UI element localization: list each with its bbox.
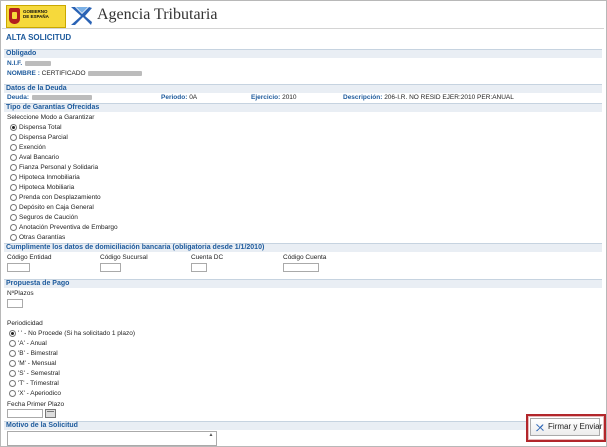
radio-periodicidad-trimestral[interactable]: [9, 380, 16, 387]
section-motivo: Motivo de la Solicitud: [4, 421, 602, 430]
radio-periodicidad-semestral[interactable]: [9, 370, 16, 377]
radio-periodicidad-bimestral[interactable]: [9, 350, 16, 357]
radio-dispensa-total[interactable]: [10, 124, 17, 131]
radio-seguros-caucion[interactable]: [10, 214, 17, 221]
ejercicio-label: Ejercicio:: [251, 94, 281, 101]
gobierno-espana-logo: GOBIERNO DE ESPAÑA: [6, 5, 66, 28]
cuenta-dc-input[interactable]: [191, 263, 207, 272]
ejercicio-value: 2010: [282, 94, 297, 101]
periodicidad-option-label: 'B' - Bimestral: [18, 350, 58, 357]
garantia-option-label: Dispensa Total: [19, 124, 62, 131]
fecha-primer-plazo-label: Fecha Primer Plazo: [7, 401, 65, 408]
garantias-prompt: Seleccione Modo a Garantizar: [7, 114, 95, 121]
redacted-value: [88, 70, 143, 76]
periodo-value: 0A: [189, 94, 198, 101]
nombre-value: CERTIFICADO: [41, 70, 86, 77]
radio-hipoteca-inmobiliaria[interactable]: [10, 174, 17, 181]
gov-logo-text: GOBIERNO DE ESPAÑA: [23, 9, 49, 19]
radio-periodicidad-mensual[interactable]: [9, 360, 16, 367]
codigo-entidad-input[interactable]: [7, 263, 30, 272]
firmar-enviar-highlight: Firmar y Enviar: [526, 414, 606, 442]
periodo-label: Periodo:: [161, 94, 188, 101]
descripcion-label: Descripción:: [343, 94, 383, 101]
garantia-option-label: Aval Bancario: [19, 154, 59, 161]
scroll-up-arrow-icon[interactable]: ▲: [208, 432, 214, 438]
site-header: GOBIERNO DE ESPAÑA Agencia Tributaria: [2, 2, 604, 29]
descripcion-field: Descripción: 206-I.R. NO RESID EJER:2010…: [343, 94, 514, 101]
codigo-cuenta-input[interactable]: [283, 263, 319, 272]
motivo-textarea[interactable]: [7, 431, 217, 446]
nombre-row: NOMBRE : CERTIFICADO: [7, 70, 143, 77]
title-bar: ALTA SOLICITUD: [2, 31, 604, 43]
garantia-option-label: Depósito en Caja General: [19, 204, 94, 211]
periodicidad-option-label: ' ' - No Procede (Si ha solicitado 1 pla…: [18, 330, 136, 337]
radio-aval-bancario[interactable]: [10, 154, 17, 161]
radio-periodicidad-aperiodico[interactable]: [9, 390, 16, 397]
section-label: Datos de la Deuda: [6, 85, 67, 92]
radio-otras-garantias[interactable]: [10, 234, 17, 241]
plazos-input[interactable]: [7, 299, 23, 308]
deuda-label: Deuda:: [7, 94, 30, 101]
firmar-enviar-button[interactable]: Firmar y Enviar: [530, 418, 603, 436]
nif-label: N.I.F.: [7, 60, 23, 67]
periodicidad-option-label: 'A' - Anual: [18, 340, 47, 347]
garantia-option-label: Fianza Personal y Solidaria: [19, 164, 99, 171]
periodicidad-option-label: 'M' - Mensual: [18, 360, 57, 367]
nombre-label: NOMBRE :: [7, 70, 40, 77]
codigo-sucursal-label: Código Sucursal: [100, 254, 148, 261]
section-label: Cumplimente los datos de domiciliación b…: [6, 244, 265, 251]
page-title: ALTA SOLICITUD: [6, 33, 72, 42]
garantia-option-label: Hipoteca Inmobiliaria: [19, 174, 80, 181]
section-propuesta: Propuesta de Pago: [4, 279, 602, 288]
coat-of-arms-icon: [9, 8, 20, 24]
descripcion-value: 206-I.R. NO RESID EJER:2010 PER:ANUAL: [384, 94, 514, 101]
section-domiciliacion: Cumplimente los datos de domiciliación b…: [4, 243, 602, 252]
garantia-option-label: Exención: [19, 144, 46, 151]
ejercicio-field: Ejercicio: 2010: [251, 94, 297, 101]
periodicidad-option-label: 'T' - Trimestral: [18, 380, 59, 387]
garantia-option-label: Hipoteca Mobiliaria: [19, 184, 75, 191]
radio-fianza[interactable]: [10, 164, 17, 171]
codigo-entidad-label: Código Entidad: [7, 254, 52, 261]
periodicidad-option-label: 'X' - Aperiodico: [18, 390, 61, 397]
section-garantias: Tipo de Garantías Ofrecidas: [4, 103, 602, 112]
garantia-option-label: Prenda con Desplazamiento: [19, 194, 101, 201]
section-label: Obligado: [6, 50, 37, 57]
radio-exencion[interactable]: [10, 144, 17, 151]
section-deuda: Datos de la Deuda: [4, 84, 602, 93]
section-label: Motivo de la Solicitud: [6, 422, 78, 429]
redacted-value: [31, 94, 92, 100]
deuda-field: Deuda:: [7, 94, 92, 101]
garantia-option-label: Seguros de Caución: [19, 214, 78, 221]
fecha-primer-plazo-input[interactable]: [7, 409, 43, 418]
calendar-icon[interactable]: [45, 409, 56, 418]
codigo-cuenta-label: Código Cuenta: [283, 254, 327, 261]
garantia-option-label: Otras Garantías: [19, 234, 66, 241]
firmar-enviar-label: Firmar y Enviar: [548, 422, 603, 431]
radio-periodicidad-no-procede[interactable]: [9, 330, 16, 337]
nif-row: N.I.F.: [7, 60, 51, 67]
periodo-field: Periodo: 0A: [161, 94, 197, 101]
radio-anotacion-embargo[interactable]: [10, 224, 17, 231]
section-obligado: Obligado: [4, 49, 602, 58]
garantia-option-label: Anotación Preventiva de Embargo: [19, 224, 118, 231]
cuenta-dc-label: Cuenta DC: [191, 254, 224, 261]
codigo-sucursal-input[interactable]: [100, 263, 121, 272]
agency-name: Agencia Tributaria: [97, 6, 218, 23]
periodicidad-label: Periodicidad: [7, 320, 43, 327]
radio-periodicidad-anual[interactable]: [9, 340, 16, 347]
section-label: Tipo de Garantías Ofrecidas: [6, 104, 100, 111]
agency-logo-icon: [71, 7, 92, 25]
redacted-value: [24, 60, 51, 66]
section-label: Propuesta de Pago: [6, 280, 70, 287]
radio-prenda[interactable]: [10, 194, 17, 201]
periodicidad-option-label: 'S' - Semestral: [18, 370, 60, 377]
radio-hipoteca-mobiliaria[interactable]: [10, 184, 17, 191]
radio-dispensa-parcial[interactable]: [10, 134, 17, 141]
plazos-label: NºPlazos: [7, 290, 34, 297]
radio-deposito[interactable]: [10, 204, 17, 211]
agency-logo-icon: [535, 424, 544, 432]
garantia-option-label: Dispensa Parcial: [19, 134, 68, 141]
